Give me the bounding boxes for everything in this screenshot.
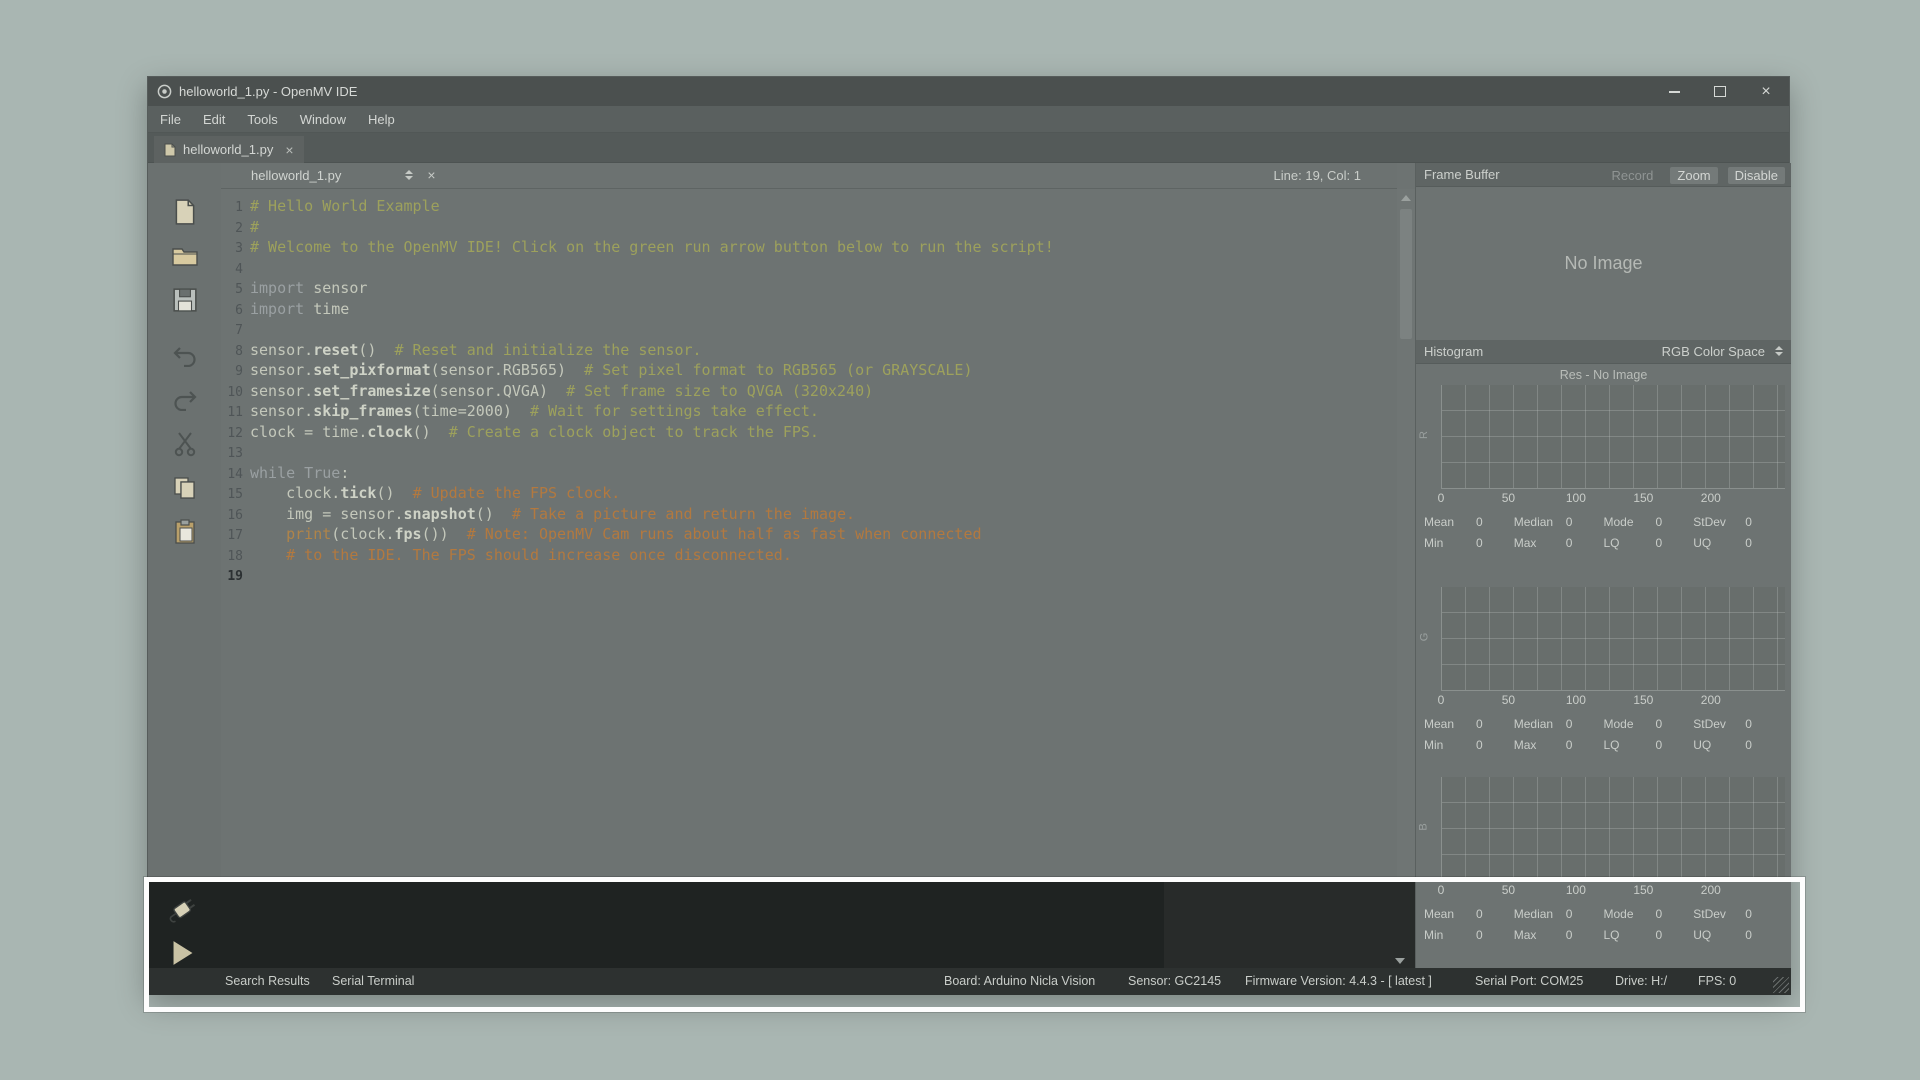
right-panel: Frame Buffer Record Zoom Disable No Imag…: [1415, 163, 1791, 968]
open-file-selector[interactable]: helloworld_1.py ×: [251, 167, 436, 183]
cut-icon: [173, 431, 197, 457]
scrollbar-thumb[interactable]: [1400, 209, 1412, 339]
titlebar: helloworld_1.py - OpenMV IDE ×: [148, 77, 1789, 106]
disable-button[interactable]: Disable: [1728, 167, 1785, 184]
editor-header: helloworld_1.py × Line: 19, Col: 1: [221, 163, 1397, 189]
frame-buffer-title: Frame Buffer: [1424, 167, 1500, 182]
open-folder-icon: [171, 244, 199, 268]
serial-port-status: Serial Port: COM25: [1475, 974, 1583, 988]
no-image-placeholder: No Image: [1564, 253, 1642, 274]
connect-plug-icon: [166, 896, 200, 926]
serial-terminal-pane[interactable]: [148, 880, 1415, 968]
frame-buffer-view: No Image: [1416, 187, 1791, 340]
new-file-button[interactable]: [163, 195, 207, 229]
color-space-arrows-icon[interactable]: [1775, 346, 1783, 356]
openmv-ide-window: helloworld_1.py - OpenMV IDE × File Edit…: [147, 76, 1790, 994]
axis-label-g: G: [1418, 633, 1430, 642]
menu-file[interactable]: File: [160, 112, 181, 127]
cut-button[interactable]: [163, 427, 207, 461]
histogram-header: Histogram RGB Color Space: [1416, 340, 1791, 364]
minimize-icon: [1669, 91, 1680, 93]
save-file-button[interactable]: [163, 283, 207, 317]
color-space-select[interactable]: RGB Color Space: [1662, 344, 1765, 359]
collapse-pane-icon[interactable]: [1395, 958, 1405, 964]
axis-label-r: R: [1418, 431, 1430, 439]
code-lines: 1# Hello World Example2#3# Welcome to th…: [221, 189, 1397, 587]
terminal-side-area: [1164, 880, 1415, 968]
editor-scrollbar[interactable]: [1397, 189, 1415, 880]
axis-label-b: B: [1418, 823, 1430, 830]
maximize-button[interactable]: [1697, 77, 1743, 106]
redo-icon: [172, 389, 198, 411]
frame-buffer-header: Frame Buffer Record Zoom Disable: [1416, 163, 1791, 187]
scroll-up-icon[interactable]: [1401, 195, 1411, 201]
paste-button[interactable]: [163, 515, 207, 549]
fps-status: FPS: 0: [1698, 974, 1736, 988]
histogram-title: Histogram: [1424, 344, 1483, 359]
maximize-icon: [1714, 86, 1726, 97]
resize-grip[interactable]: [1773, 977, 1789, 993]
histogram-chart-r: [1441, 385, 1785, 489]
drive-status: Drive: H:/: [1615, 974, 1667, 988]
menu-window[interactable]: Window: [300, 112, 346, 127]
search-results-toggle[interactable]: Search Results: [225, 974, 310, 988]
channel-stats: Mean0Median0Mode0StDev0Min0Max0LQ0UQ0: [1416, 903, 1791, 945]
frame-buffer-buttons: Record Zoom Disable: [1604, 163, 1785, 187]
firmware-status: Firmware Version: 4.4.3 - [ latest ]: [1245, 974, 1432, 988]
redo-button[interactable]: [163, 383, 207, 417]
close-button[interactable]: ×: [1743, 77, 1789, 106]
tab-helloworld[interactable]: helloworld_1.py ×: [154, 136, 304, 163]
paste-icon: [173, 519, 197, 545]
axis-ticks: 050100150200: [1441, 693, 1785, 711]
resolution-label: Res - No Image: [1416, 368, 1791, 382]
copy-button[interactable]: [163, 471, 207, 505]
tabbar: helloworld_1.py ×: [148, 133, 1789, 163]
tab-label: helloworld_1.py: [183, 142, 273, 157]
channel-stats: Mean0Median0Mode0StDev0Min0Max0LQ0UQ0: [1416, 511, 1791, 553]
menu-help[interactable]: Help: [368, 112, 395, 127]
play-icon: [171, 940, 195, 966]
file-selector-label: helloworld_1.py: [251, 168, 341, 183]
minimize-button[interactable]: [1651, 77, 1697, 106]
menu-tools[interactable]: Tools: [247, 112, 277, 127]
undo-icon: [172, 345, 198, 367]
axis-ticks: 050100150200: [1441, 491, 1785, 509]
sensor-status: Sensor: GC2145: [1128, 974, 1221, 988]
histogram-chart-b: [1441, 777, 1785, 881]
zoom-button[interactable]: Zoom: [1670, 167, 1717, 184]
desktop: helloworld_1.py - OpenMV IDE × File Edit…: [0, 0, 1920, 1080]
editor-close-icon[interactable]: ×: [427, 167, 435, 183]
code-editor[interactable]: 1# Hello World Example2#3# Welcome to th…: [221, 189, 1397, 880]
undo-button[interactable]: [163, 339, 207, 373]
channel-stats: Mean0Median0Mode0StDev0Min0Max0LQ0UQ0: [1416, 713, 1791, 755]
openmv-logo-icon: [157, 84, 172, 99]
connect-button[interactable]: [166, 896, 200, 931]
statusbar: Search Results Serial Terminal Board: Ar…: [148, 968, 1791, 995]
close-icon: ×: [1761, 84, 1770, 100]
cursor-position: Line: 19, Col: 1: [1274, 168, 1361, 183]
menu-edit[interactable]: Edit: [203, 112, 225, 127]
window-controls: ×: [1651, 77, 1789, 106]
python-file-icon: [164, 143, 176, 157]
axis-ticks: 050100150200: [1441, 883, 1785, 901]
record-button[interactable]: Record: [1604, 167, 1660, 184]
histogram-chart-g: [1441, 587, 1785, 691]
menubar: File Edit Tools Window Help: [148, 106, 1789, 133]
combo-arrows-icon: [405, 170, 413, 180]
new-file-icon: [172, 198, 198, 226]
open-file-button[interactable]: [163, 239, 207, 273]
window-title: helloworld_1.py - OpenMV IDE: [179, 84, 357, 99]
left-toolbar: [148, 163, 221, 880]
start-script-button[interactable]: [171, 940, 195, 971]
tab-close-icon[interactable]: ×: [285, 142, 293, 158]
copy-icon: [172, 475, 198, 501]
serial-terminal-toggle[interactable]: Serial Terminal: [332, 974, 414, 988]
save-icon: [172, 287, 198, 313]
board-status: Board: Arduino Nicla Vision: [944, 974, 1095, 988]
